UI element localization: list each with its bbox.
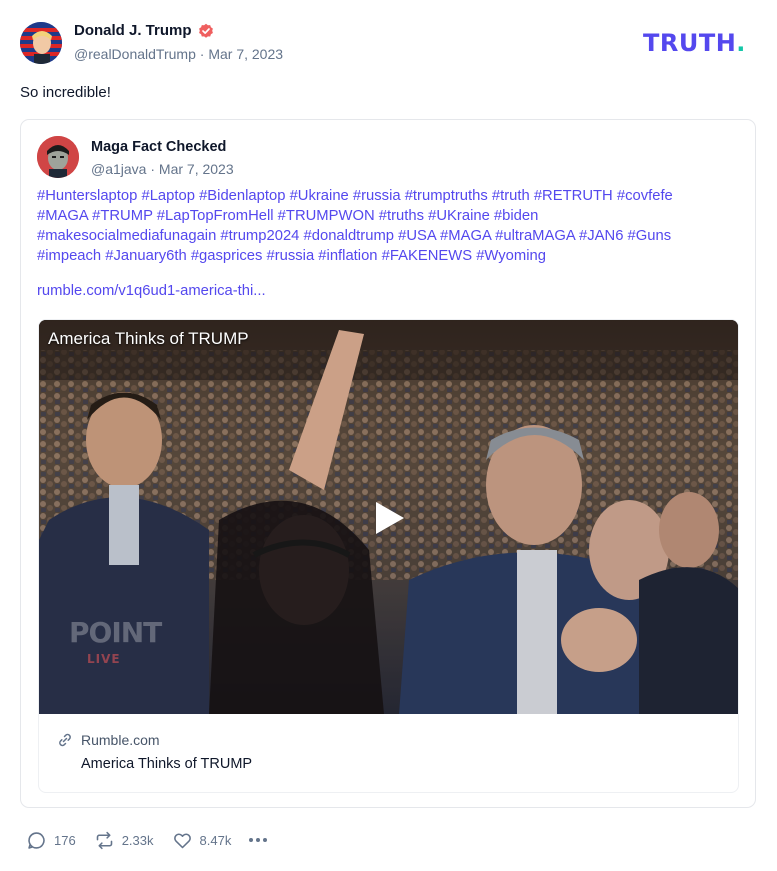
quoted-post[interactable]: Maga Fact Checked @a1java · Mar 7, 2023 …	[20, 119, 756, 808]
truth-logo[interactable]: TRUTH.	[643, 29, 746, 57]
hashtag-line[interactable]: #MAGA #TRUMP #LapTopFromHell #TRUMPWON #…	[37, 206, 749, 226]
play-icon[interactable]	[373, 500, 407, 536]
verified-badge-icon	[198, 23, 213, 38]
retruth-icon	[96, 831, 112, 849]
watermark-title: POINT	[69, 616, 162, 649]
more-options-icon[interactable]	[249, 838, 268, 842]
hashtag-block: #Hunterslaptop #Laptop #Bidenlaptop #Ukr…	[37, 186, 749, 266]
quote-author-avatar[interactable]	[37, 136, 79, 178]
author-meta: @realDonaldTrump · Mar 7, 2023	[74, 46, 283, 62]
heart-icon	[173, 832, 191, 848]
post-actions: 176 2.33k 8.47k	[26, 829, 268, 851]
quote-author-handle[interactable]: @a1java	[91, 161, 146, 177]
show-watermark: POINT LIVE	[69, 619, 162, 672]
reply-count: 176	[54, 832, 76, 848]
video-title: America Thinks of TRUMP	[48, 329, 249, 348]
reply-icon	[28, 831, 45, 849]
retruth-button[interactable]: 2.33k	[94, 830, 154, 851]
author-name[interactable]: Donald J. Trump	[74, 22, 214, 39]
quote-author-meta: @a1java · Mar 7, 2023	[91, 161, 234, 177]
hashtag-line[interactable]: #impeach #January6th #gasprices #russia …	[37, 246, 749, 266]
post-date[interactable]: Mar 7, 2023	[208, 46, 283, 62]
quote-date[interactable]: Mar 7, 2023	[159, 161, 234, 177]
truth-post: Donald J. Trump @realDonaldTrump · Mar 7…	[0, 0, 777, 871]
link-preview-card[interactable]: America Thinks of TRUMP POINT LIVE Rumble…	[38, 319, 739, 793]
dot	[263, 838, 268, 842]
card-domain-text: Rumble.com	[81, 732, 160, 748]
retruth-count: 2.33k	[121, 832, 154, 848]
author-avatar[interactable]	[20, 22, 62, 64]
like-count: 8.47k	[199, 832, 232, 848]
logo-text: TRUTH	[643, 29, 737, 57]
dot	[256, 838, 261, 842]
meta-separator: ·	[150, 161, 159, 177]
rumble-link[interactable]: rumble.com/v1q6ud1-america-thi...	[37, 283, 266, 299]
author-handle[interactable]: @realDonaldTrump	[74, 46, 196, 62]
hashtag-line[interactable]: #Hunterslaptop #Laptop #Bidenlaptop #Ukr…	[37, 186, 749, 206]
hashtag-line[interactable]: #makesocialmediafunagain #trump2024 #don…	[37, 226, 749, 246]
reply-button[interactable]: 176	[26, 830, 76, 851]
link-icon	[59, 733, 71, 747]
card-title: America Thinks of TRUMP	[81, 756, 253, 772]
watermark-live: LIVE	[87, 652, 121, 666]
logo-dot: .	[736, 29, 746, 57]
quote-author-name[interactable]: Maga Fact Checked	[91, 139, 226, 155]
video-thumbnail[interactable]: America Thinks of TRUMP POINT LIVE	[39, 320, 738, 714]
dot	[249, 838, 254, 842]
author-name-text[interactable]: Donald J. Trump	[74, 22, 192, 39]
like-button[interactable]: 8.47k	[172, 830, 232, 851]
card-domain: Rumble.com	[57, 732, 160, 748]
post-text: So incredible!	[20, 84, 111, 101]
